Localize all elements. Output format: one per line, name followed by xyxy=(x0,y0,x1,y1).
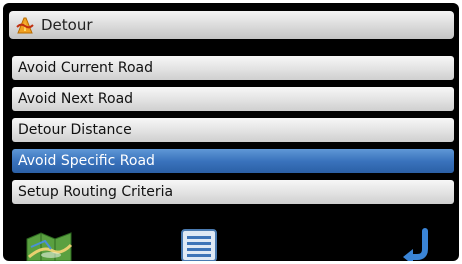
list-button[interactable] xyxy=(175,223,225,261)
back-button[interactable] xyxy=(397,223,437,261)
title-bar: Detour xyxy=(9,11,454,39)
menu-item-avoid-next-road[interactable]: Avoid Next Road xyxy=(12,87,454,111)
detour-icon xyxy=(16,17,34,34)
detour-screen: Detour Avoid Current Road Avoid Next Roa… xyxy=(3,3,459,261)
menu-item-detour-distance[interactable]: Detour Distance xyxy=(12,118,454,142)
map-button[interactable] xyxy=(23,223,79,261)
map-icon xyxy=(26,232,73,261)
list-icon xyxy=(181,229,217,261)
page-title: Detour xyxy=(41,16,93,34)
menu-item-avoid-specific-road[interactable]: Avoid Specific Road xyxy=(12,149,454,173)
back-arrow-icon xyxy=(403,228,428,261)
menu-item-avoid-current-road[interactable]: Avoid Current Road xyxy=(12,56,454,80)
menu-item-setup-routing-criteria[interactable]: Setup Routing Criteria xyxy=(12,180,454,204)
